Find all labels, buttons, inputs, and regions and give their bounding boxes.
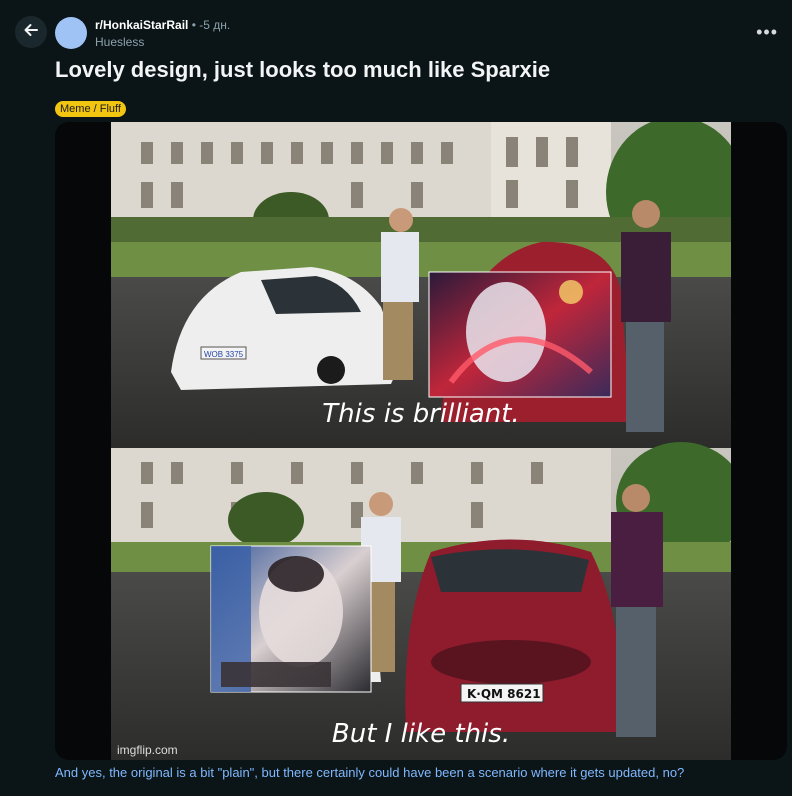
author-link[interactable]: Huesless [95, 34, 230, 50]
subreddit-link[interactable]: r/HonkaiStarRail [95, 18, 188, 32]
post-body: And yes, the original is a bit "plain", … [55, 765, 685, 780]
post-title[interactable]: Lovely design, just looks too much like … [55, 56, 550, 84]
bottom-plate: K·QM 8621 [467, 687, 541, 701]
subreddit-avatar[interactable] [55, 17, 87, 49]
post-image[interactable]: WOB 3375 This is brilliant. K·QM 8621 Bu… [55, 122, 787, 760]
bottom-panel: K·QM 8621 But I like this. imgflip.com [111, 442, 731, 760]
top-plate: WOB 3375 [204, 350, 244, 359]
post-time: -5 дн. [199, 18, 231, 32]
meme-image: WOB 3375 This is brilliant. K·QM 8621 Bu… [111, 122, 731, 760]
arrow-left-icon [22, 21, 40, 44]
back-button[interactable] [15, 16, 47, 48]
top-panel: WOB 3375 This is brilliant. [111, 122, 731, 448]
post-meta: r/HonkaiStarRail • -5 дн. Huesless [95, 17, 230, 50]
meta-separator: • [191, 18, 196, 32]
watermark: imgflip.com [117, 743, 178, 757]
more-options-button[interactable]: ••• [756, 22, 778, 43]
top-caption: This is brilliant. [322, 399, 519, 429]
more-options-icon: ••• [756, 22, 778, 42]
bottom-caption: But I like this. [332, 719, 510, 749]
post-flair[interactable]: Meme / Fluff [55, 101, 126, 117]
